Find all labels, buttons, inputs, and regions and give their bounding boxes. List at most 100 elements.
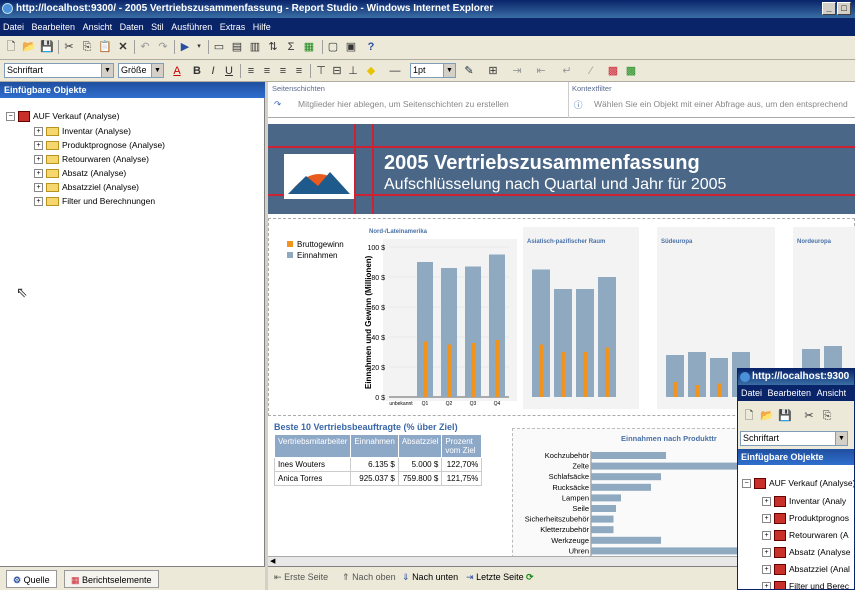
open-icon[interactable]: 📂 xyxy=(22,40,36,54)
tree-item[interactable]: + Inventar (Analy xyxy=(762,495,846,508)
help-icon[interactable]: ? xyxy=(364,40,378,54)
tab-source[interactable]: ⚙ Quelle xyxy=(6,570,57,588)
expand-icon[interactable]: + xyxy=(34,127,43,137)
chevron-down-icon[interactable]: ▾ xyxy=(192,40,206,54)
report-subtitle[interactable]: Aufschlüsselung nach Quartal und Jahr fü… xyxy=(384,176,726,194)
tree-item[interactable]: + Produktprognos xyxy=(762,512,849,525)
tab-report-items[interactable]: ▦ Berichtselemente xyxy=(64,570,159,588)
align-right-icon[interactable]: ≡ xyxy=(276,64,290,78)
report-title[interactable]: 2005 Vertriebszusammenfassung xyxy=(384,152,700,175)
border-style-icon[interactable]: — xyxy=(388,64,402,78)
valign-middle-icon[interactable]: ⊟ xyxy=(330,64,344,78)
open-icon[interactable]: 📂 xyxy=(760,409,774,423)
tree-item-filter[interactable]: + Filter und Berechnungen xyxy=(34,195,155,207)
align-center-icon[interactable]: ≡ xyxy=(260,64,274,78)
fill-color-icon[interactable]: ◆ xyxy=(364,64,378,78)
wrap-icon[interactable]: ↵ xyxy=(560,64,574,78)
first-page-button[interactable]: ⇤ Erste Seite xyxy=(274,572,328,583)
borders-icon[interactable]: ⊞ xyxy=(486,64,500,78)
view-icon[interactable]: ▭ xyxy=(212,40,226,54)
copy-icon[interactable]: ⎘ xyxy=(820,409,834,423)
menu-daten[interactable]: Daten xyxy=(120,22,144,32)
redo-icon[interactable]: ↷ xyxy=(156,40,170,54)
scroll-left-icon[interactable]: ◀ xyxy=(270,557,275,565)
font-select[interactable]: Schriftart ▼ xyxy=(4,63,114,78)
tree-root[interactable]: − AUF Verkauf (Analyse) xyxy=(742,477,854,490)
expand-icon[interactable]: + xyxy=(762,582,771,589)
tree-item-inventar[interactable]: + Inventar (Analyse) xyxy=(34,125,131,137)
collapse-icon[interactable]: − xyxy=(6,112,15,122)
justify-icon[interactable]: ≡ xyxy=(292,64,306,78)
page-layers-dropzone[interactable]: Mitglieder hier ablegen, um Seitenschich… xyxy=(298,99,509,109)
save-icon[interactable]: 💾 xyxy=(40,40,54,54)
filter-icon[interactable]: ▤ xyxy=(230,40,244,54)
run-icon[interactable]: ▶ xyxy=(178,40,192,54)
second-window[interactable]: http://localhost:9300 Datei Bearbeiten A… xyxy=(737,368,855,590)
summary-icon[interactable]: Σ xyxy=(284,40,298,54)
style-icon[interactable]: ▩ xyxy=(624,64,638,78)
bold-icon[interactable]: B xyxy=(190,64,204,78)
underline-icon[interactable]: U xyxy=(222,64,236,78)
expand-icon[interactable]: + xyxy=(34,141,43,151)
conditional-style-icon[interactable]: ▩ xyxy=(606,64,620,78)
last-page-button[interactable]: ⇥ Letzte Seite xyxy=(466,572,524,583)
menu-ansicht[interactable]: Ansicht xyxy=(817,388,847,398)
menu-extras[interactable]: Extras xyxy=(220,22,246,32)
minimize-button[interactable]: _ xyxy=(822,2,836,15)
group-icon[interactable]: ▥ xyxy=(248,40,262,54)
second-window-title-bar[interactable]: http://localhost:9300 xyxy=(738,369,854,385)
expand-icon[interactable]: + xyxy=(34,155,43,165)
tree-item[interactable]: + Absatzziel (Anal xyxy=(762,563,850,576)
tree-item-retourwaren[interactable]: + Retourwaren (Analyse) xyxy=(34,153,149,165)
format-icon[interactable]: ⁄ xyxy=(584,64,598,78)
valign-bottom-icon[interactable]: ⊥ xyxy=(346,64,360,78)
expand-icon[interactable]: + xyxy=(762,565,771,575)
align-left-icon[interactable]: ≡ xyxy=(244,64,258,78)
refresh-icon[interactable]: ⟳ xyxy=(526,572,534,583)
expand-icon[interactable]: + xyxy=(762,531,771,541)
menu-ausfuehren[interactable]: Ausführen xyxy=(171,22,212,32)
font-select[interactable]: Schriftart ▼ xyxy=(740,431,848,446)
italic-icon[interactable]: I xyxy=(206,64,220,78)
menu-datei[interactable]: Datei xyxy=(741,388,762,398)
expand-icon[interactable]: + xyxy=(762,497,771,507)
menu-bearbeiten[interactable]: Bearbeiten xyxy=(768,388,812,398)
size-select[interactable]: Größe ▼ xyxy=(118,63,164,78)
expand-icon[interactable]: + xyxy=(34,169,43,179)
delete-icon[interactable]: ✕ xyxy=(116,40,130,54)
expand-icon[interactable]: + xyxy=(34,183,43,193)
new-icon[interactable]: 🗋 xyxy=(4,40,18,54)
valign-top-icon[interactable]: ⊤ xyxy=(314,64,328,78)
maximize-button[interactable]: □ xyxy=(837,2,851,15)
tree-item-absatzziel[interactable]: + Absatzziel (Analyse) xyxy=(34,181,139,193)
new-icon[interactable]: 🗋 xyxy=(742,409,756,423)
save-icon[interactable]: 💾 xyxy=(778,409,792,423)
table-row[interactable]: Ines Wouters 6.135 $ 5.000 $ 122,70% xyxy=(273,457,483,472)
tree-item-absatz[interactable]: + Absatz (Analyse) xyxy=(34,167,126,179)
tree-item[interactable]: + Retourwaren (A xyxy=(762,529,849,542)
font-color-icon[interactable]: A xyxy=(170,64,184,78)
cut-icon[interactable]: ✂ xyxy=(802,409,816,423)
menu-stil[interactable]: Stil xyxy=(151,22,164,32)
page-icon[interactable]: ▢ xyxy=(326,40,340,54)
indent-icon[interactable]: ⇥ xyxy=(510,64,524,78)
tree-item[interactable]: + Filter und Berec xyxy=(762,580,849,589)
table-row[interactable]: Anica Torres 925.037 $ 759.800 $ 121,75% xyxy=(273,471,483,486)
paste-icon[interactable]: 📋 xyxy=(98,40,112,54)
page-down-button[interactable]: ⇓ Nach unten xyxy=(402,572,458,583)
chart-icon[interactable]: ▦ xyxy=(302,40,316,54)
menu-ansicht[interactable]: Ansicht xyxy=(83,22,113,32)
undo-icon[interactable]: ↶ xyxy=(138,40,152,54)
expand-icon[interactable]: + xyxy=(762,548,771,558)
menu-bearbeiten[interactable]: Bearbeiten xyxy=(32,22,76,32)
top10-list[interactable]: Beste 10 Vertriebsbeauftragte (% über Zi… xyxy=(273,422,508,562)
tree-item[interactable]: + Absatz (Analyse xyxy=(762,546,850,559)
context-filter-dropzone[interactable]: Wählen Sie ein Objekt mit einer Abfrage … xyxy=(594,99,848,109)
window-title-bar[interactable]: http://localhost:9300/ - 2005 Vertriebsz… xyxy=(0,0,855,18)
menu-datei[interactable]: Datei xyxy=(3,22,24,32)
line-width-select[interactable]: 1pt ▼ xyxy=(410,63,456,78)
sort-icon[interactable]: ⇅ xyxy=(266,40,280,54)
page-up-button[interactable]: ⇑ Nach oben xyxy=(342,572,396,583)
menu-hilfe[interactable]: Hilfe xyxy=(253,22,271,32)
properties-icon[interactable]: ▣ xyxy=(344,40,358,54)
